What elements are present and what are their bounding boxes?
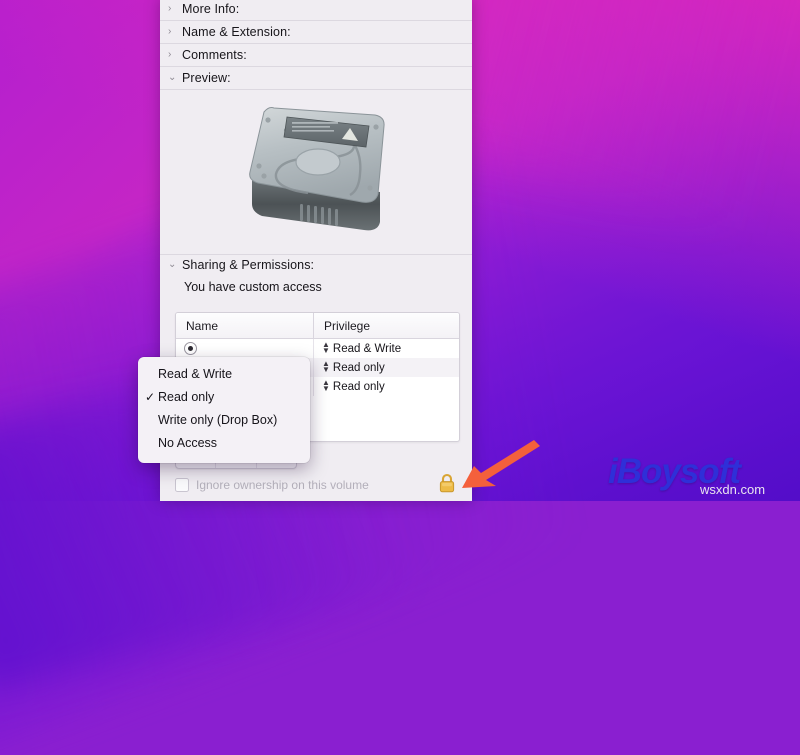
privilege-dropdown-menu: Read & Write ✓ Read only Write only (Dro… [138, 357, 310, 463]
menu-item-read-only[interactable]: ✓ Read only [138, 385, 310, 408]
checkmark-icon: ✓ [144, 389, 156, 404]
section-label: Comments: [182, 48, 247, 62]
section-comments[interactable]: › Comments: [160, 44, 472, 67]
section-more-info[interactable]: › More Info: [160, 0, 472, 21]
access-summary-text: You have custom access [184, 280, 322, 294]
menu-item-write-only[interactable]: Write only (Drop Box) [138, 408, 310, 431]
section-label: Sharing & Permissions: [182, 258, 315, 272]
table-header-row: Name Privilege [176, 313, 459, 339]
stepper-icon[interactable]: ▲ ▼ [322, 341, 330, 354]
menu-item-label: Write only (Drop Box) [158, 412, 278, 427]
disclosure-triangle-icon[interactable]: ⌄ [168, 260, 182, 270]
section-sharing-permissions[interactable]: ⌄ Sharing & Permissions: [160, 254, 472, 276]
menu-item-label: Read & Write [158, 366, 233, 381]
row-privilege-cell[interactable]: ▲ ▼ Read & Write [314, 339, 459, 358]
stepper-icon[interactable]: ▲ ▼ [322, 379, 330, 392]
disclosure-triangle-icon[interactable]: › [168, 4, 182, 14]
menu-item-label: No Access [158, 435, 218, 450]
stepper-icon[interactable]: ▲ ▼ [322, 360, 330, 373]
section-label: Name & Extension: [182, 25, 291, 39]
menu-item-label: Read only [158, 389, 215, 404]
site-watermark: wsxdn.com [700, 482, 766, 497]
hard-drive-icon [249, 107, 385, 231]
section-label: Preview: [182, 71, 231, 85]
row-privilege-text: Read & Write [332, 342, 402, 355]
ignore-ownership-row[interactable]: Ignore ownership on this volume [175, 478, 458, 492]
column-header-privilege: Privilege [324, 318, 371, 333]
table-row[interactable]: ▲ ▼ Read & Write [176, 339, 459, 358]
disclosure-triangle-icon[interactable]: › [168, 27, 182, 37]
column-header-name: Name [176, 313, 314, 338]
preview-area [160, 84, 472, 255]
section-label: More Info: [182, 2, 240, 16]
row-privilege-text: Read only [332, 380, 385, 393]
menu-item-no-access[interactable]: No Access [138, 431, 310, 454]
row-privilege-text: Read only [332, 361, 385, 374]
disclosure-triangle-icon[interactable]: ⌄ [168, 73, 182, 83]
ignore-ownership-checkbox[interactable] [175, 478, 189, 492]
row-privilege-cell[interactable]: ▲ ▼ Read only [314, 358, 459, 377]
ignore-ownership-label: Ignore ownership on this volume [196, 478, 369, 492]
row-name-cell[interactable] [176, 339, 314, 358]
menu-item-read-write[interactable]: Read & Write [138, 362, 310, 385]
section-name-extension[interactable]: › Name & Extension: [160, 21, 472, 44]
radio-selected-icon[interactable] [184, 342, 197, 355]
annotation-arrow-icon [462, 440, 540, 488]
row-privilege-cell[interactable]: ▲ ▼ Read only [314, 377, 459, 396]
disclosure-triangle-icon[interactable]: › [168, 50, 182, 60]
